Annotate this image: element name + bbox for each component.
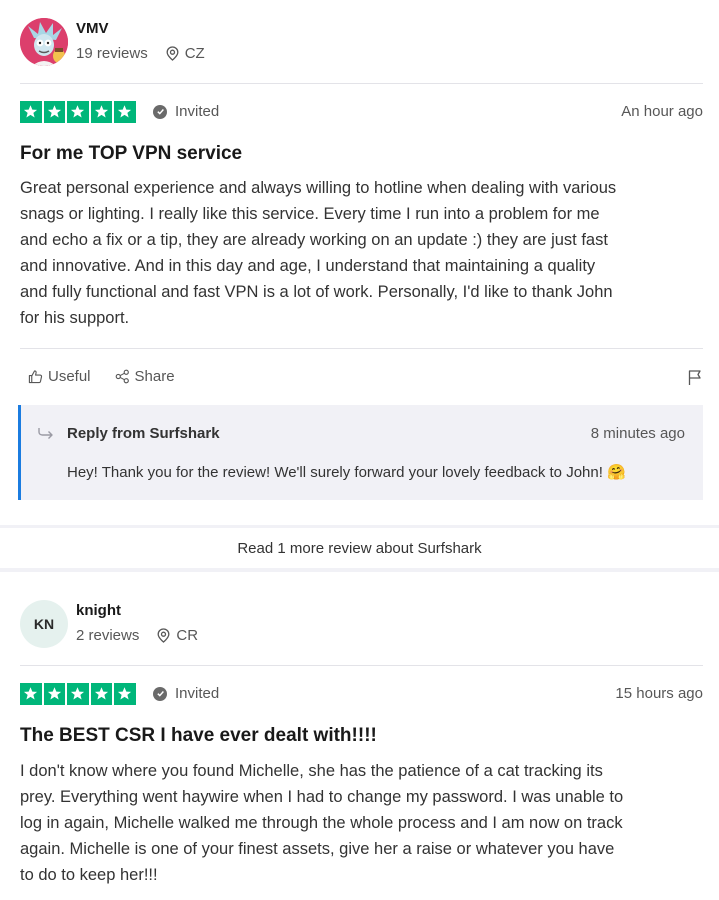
- divider: [20, 665, 703, 666]
- useful-button[interactable]: Useful: [28, 368, 91, 385]
- invited-badge[interactable]: Invited: [153, 103, 219, 120]
- review-date: 15 hours ago: [615, 685, 703, 702]
- flag-icon: [688, 370, 701, 385]
- review-body-line: and innovative. And in this day and age,…: [20, 257, 596, 275]
- review-title[interactable]: For me TOP VPN service: [20, 143, 242, 165]
- reply-date: 8 minutes ago: [590, 425, 685, 442]
- review-body-line: log in again, Michelle walked me through…: [20, 814, 623, 832]
- star-icon: [114, 683, 136, 705]
- review-body: I don't know where you found Michelle, s…: [20, 758, 705, 888]
- invited-badge[interactable]: Invited: [153, 685, 219, 702]
- invited-label: Invited: [175, 685, 220, 702]
- star-icon: [43, 101, 65, 123]
- user-location: CZ: [166, 45, 205, 62]
- location-pin-icon: [166, 46, 179, 61]
- review-body-line: snags or lighting. I really like this se…: [20, 205, 600, 223]
- review-body-line: I don't know where you found Michelle, s…: [20, 762, 603, 780]
- review-actions: Useful Share: [28, 368, 199, 385]
- share-button[interactable]: Share: [115, 368, 175, 385]
- company-reply: Reply from Surfshark 8 minutes ago Hey! …: [18, 405, 703, 500]
- share-label: Share: [134, 368, 175, 385]
- divider: [20, 348, 703, 349]
- user-name[interactable]: VMV: [76, 20, 109, 37]
- review-body-line: and fully functional and fast VPN is a l…: [20, 283, 613, 301]
- reply-from: Reply from Surfshark: [67, 425, 220, 442]
- invited-label: Invited: [175, 103, 220, 120]
- user-avatar[interactable]: [20, 18, 68, 66]
- user-avatar[interactable]: KN: [20, 600, 68, 648]
- review-card: KN knight 2 reviews CR Invited 15 hours …: [0, 572, 719, 900]
- user-meta: 19 reviews CZ: [76, 45, 205, 62]
- star-icon: [114, 101, 136, 123]
- review-card: VMV 19 reviews CZ Invited An hour ago Fo…: [0, 0, 719, 525]
- user-location: CR: [157, 627, 198, 644]
- reply-text: Hey! Thank you for the review! We'll sur…: [67, 464, 626, 481]
- star-icon: [20, 683, 42, 705]
- star-rating: [20, 101, 136, 123]
- location-text: CZ: [184, 45, 205, 62]
- star-icon: [20, 101, 42, 123]
- location-pin-icon: [157, 628, 170, 643]
- review-title[interactable]: The BEST CSR I have ever dealt with!!!!: [20, 725, 377, 747]
- star-icon: [43, 683, 65, 705]
- review-body-line: prey. Everything went haywire when I had…: [20, 788, 624, 806]
- report-flag-button[interactable]: [687, 369, 703, 391]
- star-icon: [90, 683, 112, 705]
- review-body-line: and echo a fix or a tip, they are alread…: [20, 231, 608, 249]
- star-icon: [67, 683, 89, 705]
- review-count: 19 reviews: [76, 45, 148, 62]
- review-body-line: for his support.: [20, 309, 130, 327]
- location-text: CR: [176, 627, 199, 644]
- verified-check-icon: [153, 104, 167, 119]
- star-icon: [90, 101, 112, 123]
- verified-check-icon: [153, 686, 167, 701]
- star-rating: [20, 683, 136, 705]
- share-icon: [115, 369, 129, 384]
- review-count: 2 reviews: [76, 627, 140, 644]
- review-body-line: Great personal experience and always wil…: [20, 179, 617, 197]
- star-icon: [67, 101, 89, 123]
- thumbs-up-icon: [28, 370, 43, 384]
- user-meta: 2 reviews CR: [76, 627, 198, 644]
- review-body-line: to do to keep her!!!: [20, 866, 158, 884]
- review-body: Great personal experience and always wil…: [20, 175, 705, 331]
- review-date: An hour ago: [621, 103, 703, 120]
- useful-label: Useful: [48, 368, 91, 385]
- divider: [20, 83, 703, 84]
- user-name[interactable]: knight: [76, 602, 121, 619]
- read-more-link[interactable]: Read 1 more review about Surfshark: [0, 528, 719, 568]
- review-body-line: again. Michelle is one of your finest as…: [20, 840, 615, 858]
- reply-arrow-icon: [38, 428, 53, 439]
